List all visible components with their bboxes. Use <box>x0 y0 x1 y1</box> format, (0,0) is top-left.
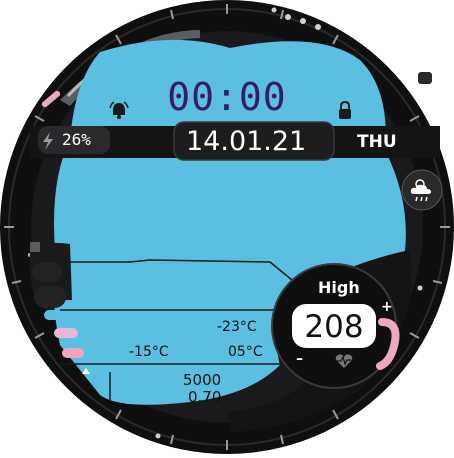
watch-face: 00:00 14.01.21 THU 26% High 208 + – -23°… <box>0 0 454 454</box>
temperature-3: 05°C <box>228 344 263 360</box>
heart-rate-minus[interactable]: – <box>296 352 303 366</box>
battery-percent[interactable]: 26% <box>62 132 91 148</box>
date-display[interactable]: 14.01.21 <box>186 128 306 155</box>
temperature-1: -23°C <box>217 319 257 335</box>
heart-rate-label: High <box>318 278 360 297</box>
watch-face-graphics <box>0 0 454 454</box>
steps-count[interactable]: 5000 <box>183 373 221 388</box>
distance-value[interactable]: 0.70 <box>188 390 221 405</box>
lightning-bolt-icon <box>40 131 56 151</box>
cloud-rain-icon[interactable] <box>408 176 436 204</box>
temperature-2: -15°C <box>129 344 169 360</box>
heart-rate-plus[interactable]: + <box>381 300 393 314</box>
heart-rate-value[interactable]: 208 <box>299 312 369 343</box>
time-display[interactable]: 00:00 <box>0 78 454 116</box>
day-display: THU <box>357 132 397 152</box>
heart-pulse-icon <box>334 352 354 370</box>
